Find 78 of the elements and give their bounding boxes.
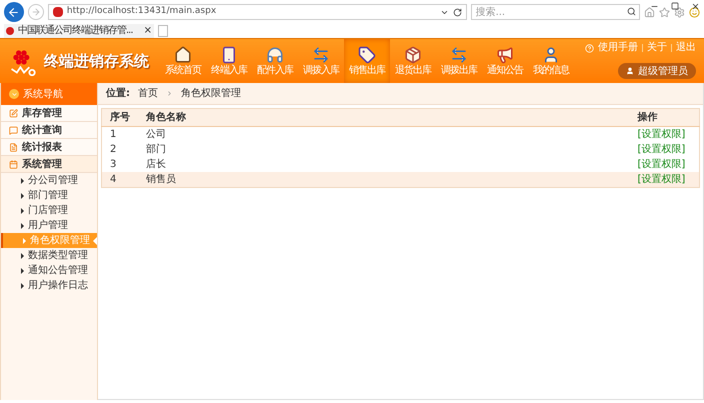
sidebar-item[interactable]: 用户管理 [1,218,97,233]
sidebar-title: 系统导航 [23,88,63,102]
close-tab-button[interactable]: × [144,26,152,36]
set-permission-link[interactable]: [设置权限] [638,129,686,140]
table-cell: 公司 [138,126,630,142]
box-icon [404,46,422,64]
edit-icon [9,108,18,118]
swap-icon [450,46,468,64]
sidebar-item[interactable]: 门店管理 [1,203,97,218]
sidebar-group[interactable]: 系统管理 [1,156,97,173]
site-icon [6,27,14,35]
breadcrumb-link[interactable]: 角色权限管理 [181,86,241,101]
swap-icon [312,46,330,64]
bullet-icon [21,208,24,214]
browser-tab[interactable]: 中国联通公司终端进销存管... × [4,24,154,38]
close-icon[interactable] [691,2,700,10]
forward-arrow-icon [30,7,41,17]
bullet-icon [21,268,24,274]
table-row[interactable]: 3 店长 [设置权限] [102,157,700,172]
column-header: 操作 [630,108,700,126]
user-icon [626,67,634,75]
star-icon[interactable] [659,6,670,18]
refresh-icon[interactable] [452,8,462,16]
table-row[interactable]: 2 部门 [设置权限] [102,142,700,157]
phone-icon [220,46,238,64]
set-permission-link[interactable]: [设置权限] [638,174,686,185]
chevron-icon [166,90,173,97]
chat-icon [9,126,18,134]
tag-icon [358,46,376,64]
site-icon [52,7,63,17]
help-icon [585,44,594,52]
user-icon [542,46,560,64]
table-cell: 销售员 [138,172,630,188]
search-field[interactable]: 搜索... [470,4,640,20]
sidebar-item[interactable]: 部门管理 [1,188,97,203]
megaphone-icon [496,46,514,64]
table-row[interactable]: 1 公司 [设置权限] [102,126,700,142]
settings-icon[interactable] [674,6,686,18]
table-cell: 1 [102,126,138,142]
bullet-icon [21,282,24,288]
calendar-icon [9,160,18,168]
sidebar-group[interactable]: 统计报表 [1,139,97,156]
document-icon [9,142,18,152]
address-bar[interactable]: http://localhost:13431/main.aspx [48,4,467,20]
sidebar-item[interactable]: 分公司管理 [1,173,97,188]
set-permission-link[interactable]: [设置权限] [638,159,686,170]
breadcrumb-link[interactable]: 首页 [138,86,158,101]
bullet-icon [21,252,24,258]
table-cell-text: 部门 [145,142,167,157]
table-cell: 店长 [138,157,630,172]
smiley-icon[interactable] [689,6,700,18]
bullet-icon [21,178,24,184]
bullet-icon [21,192,24,198]
house-icon [174,46,192,64]
set-permission-link[interactable]: [设置权限] [638,144,686,155]
tab-title: 中国联通公司终端进销存管... [18,26,133,36]
maximize-icon[interactable] [671,2,679,10]
app-title: 终端进销存系统 [44,50,149,72]
user-button[interactable]: 超级管理员 [618,63,696,79]
table-cell: 3 [102,157,138,172]
breadcrumb-label: 位置: [106,86,130,101]
table-cell: 4 [102,172,138,188]
sidebar-group[interactable]: 库存管理 [1,105,97,122]
bullet-icon [23,238,26,244]
back-button[interactable] [4,2,24,22]
sidebar-item[interactable]: 用户操作日志 [1,278,97,293]
headset-icon [266,46,284,64]
back-arrow-icon [7,6,20,18]
sidebar-item[interactable]: 数据类型管理 [1,248,97,263]
bullet-icon [21,222,24,228]
table-cell: 2 [102,142,138,157]
sidebar-item[interactable]: 通知公告管理 [1,263,97,278]
column-header: 序号 [102,108,138,126]
search-icon[interactable] [627,7,636,16]
url-text: http://localhost:13431/main.aspx [66,5,218,18]
column-header: 角色名称 [138,108,630,126]
sidebar-group[interactable]: 统计查询 [1,122,97,139]
toggle-icon [9,89,19,99]
